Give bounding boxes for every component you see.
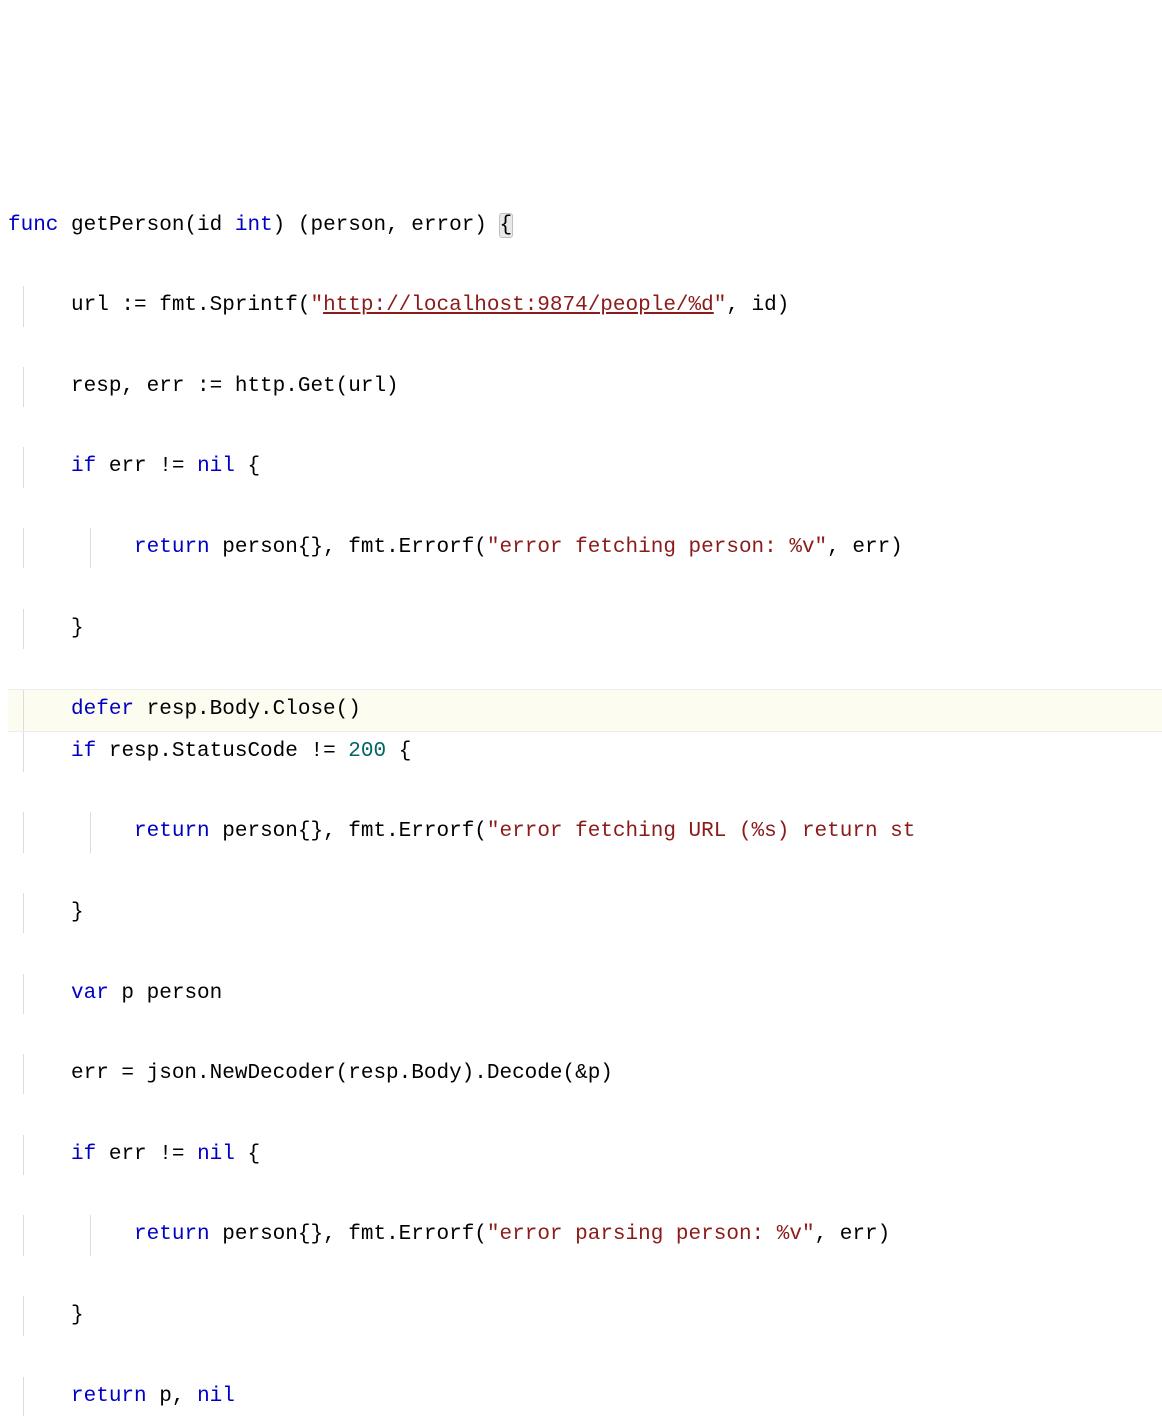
code-line[interactable]: } [8, 609, 1162, 649]
code-line[interactable]: } [8, 1296, 1162, 1336]
keyword-var: var [71, 982, 109, 1005]
keyword-nil: nil [197, 455, 235, 478]
code-text: err != [96, 1143, 197, 1166]
keyword-return: return [134, 536, 210, 559]
code-line[interactable]: url := fmt.Sprintf("http://localhost:987… [8, 286, 1162, 326]
code-text: p, [147, 1385, 197, 1408]
code-text: person{}, fmt.Errorf( [210, 1223, 487, 1246]
keyword-return: return [71, 1385, 147, 1408]
string-literal: "error fetching URL (%s) return st [487, 820, 915, 843]
code-text [8, 455, 71, 478]
url-link[interactable]: http://localhost:9874/people/%d [323, 294, 714, 317]
code-text: err = json.NewDecoder(resp.Body).Decode(… [8, 1062, 613, 1085]
code-text: { [235, 455, 260, 478]
code-text: ) (person, error) [273, 214, 500, 237]
code-text: resp.Body.Close() [134, 698, 361, 721]
keyword-return: return [134, 820, 210, 843]
keyword-nil: nil [197, 1143, 235, 1166]
keyword-if: if [71, 740, 96, 763]
type-int: int [235, 214, 273, 237]
code-line[interactable]: if resp.StatusCode != 200 { [8, 732, 1162, 772]
code-line[interactable]: if err != nil { [8, 447, 1162, 487]
code-text [8, 1223, 134, 1246]
keyword-nil: nil [197, 1385, 235, 1408]
code-text [8, 536, 134, 559]
code-line[interactable]: var p person [8, 974, 1162, 1014]
code-text: } [8, 1304, 84, 1327]
code-text: , err) [827, 536, 903, 559]
code-line-current[interactable]: defer resp.Body.Close() [8, 689, 1162, 731]
keyword-return: return [134, 1223, 210, 1246]
keyword-defer: defer [71, 698, 134, 721]
string-literal: "error parsing person: %v" [487, 1223, 815, 1246]
code-text [8, 740, 71, 763]
code-line[interactable]: return person{}, fmt.Errorf("error parsi… [8, 1215, 1162, 1255]
code-line[interactable]: func getPerson(id int) (person, error) { [8, 206, 1162, 246]
code-line[interactable]: err = json.NewDecoder(resp.Body).Decode(… [8, 1054, 1162, 1094]
keyword-if: if [71, 455, 96, 478]
code-text [8, 1385, 71, 1408]
code-text [8, 820, 134, 843]
code-line[interactable]: if err != nil { [8, 1135, 1162, 1175]
code-text: p person [109, 982, 222, 1005]
code-text: person{}, fmt.Errorf( [210, 820, 487, 843]
code-text [8, 1143, 71, 1166]
keyword-if: if [71, 1143, 96, 1166]
code-text: getPerson(id [58, 214, 234, 237]
code-text: { [235, 1143, 260, 1166]
code-text: } [8, 901, 84, 924]
code-line[interactable]: return person{}, fmt.Errorf("error fetch… [8, 812, 1162, 852]
code-line[interactable]: resp, err := http.Get(url) [8, 367, 1162, 407]
code-text: resp, err := http.Get(url) [8, 375, 399, 398]
code-line[interactable]: } [8, 893, 1162, 933]
code-text: { [386, 740, 411, 763]
code-line[interactable]: return p, nil [8, 1377, 1162, 1416]
code-text: url := fmt.Sprintf( [8, 294, 310, 317]
number-literal: 200 [348, 740, 386, 763]
string-literal: "error fetching person: %v" [487, 536, 827, 559]
code-text [8, 698, 71, 721]
code-text: } [8, 617, 84, 640]
code-text: err != [96, 455, 197, 478]
brace-open: { [500, 214, 513, 237]
string-literal: " [310, 294, 323, 317]
keyword-func: func [8, 214, 58, 237]
code-text: person{}, fmt.Errorf( [210, 536, 487, 559]
code-text: resp.StatusCode != [96, 740, 348, 763]
code-text [8, 982, 71, 1005]
code-text: , err) [815, 1223, 891, 1246]
string-literal: " [714, 294, 727, 317]
code-editor[interactable]: func getPerson(id int) (person, error) {… [0, 161, 1162, 1416]
code-text: , id) [726, 294, 789, 317]
code-line[interactable]: return person{}, fmt.Errorf("error fetch… [8, 528, 1162, 568]
